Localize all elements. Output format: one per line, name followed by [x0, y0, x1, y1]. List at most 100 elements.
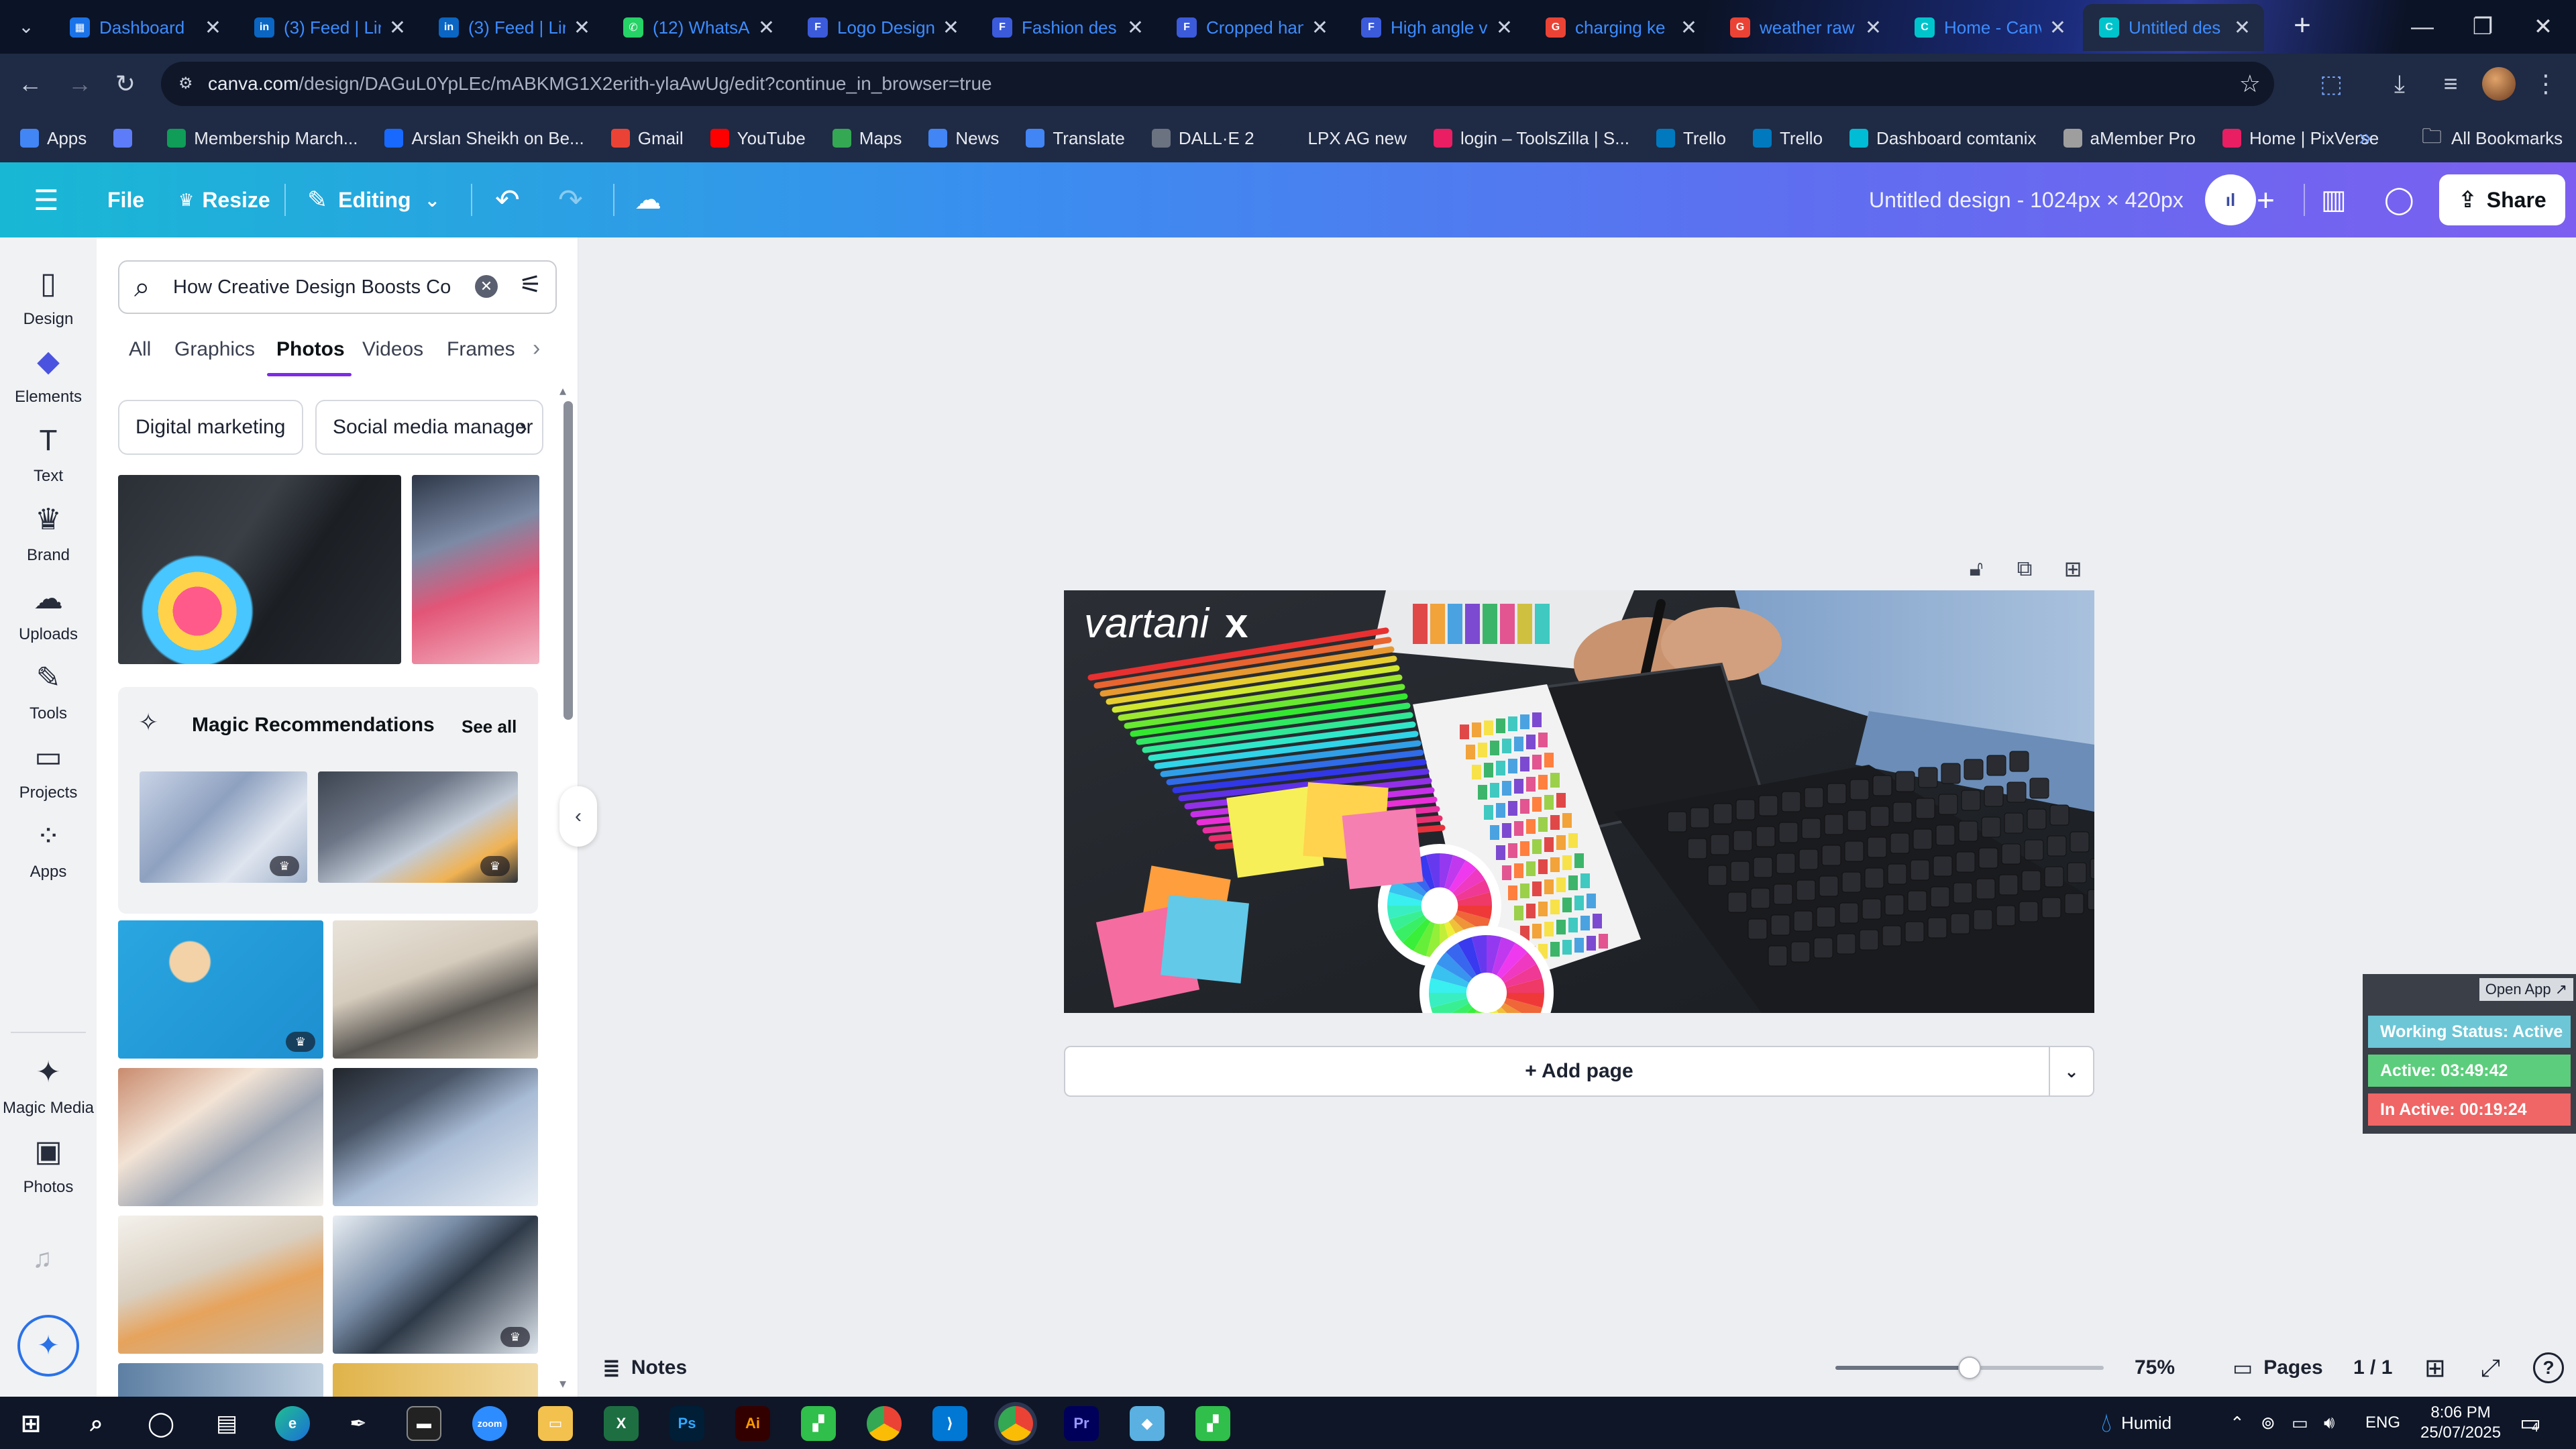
rail-item-elements[interactable]: ◆ Elements — [0, 335, 97, 416]
chip-social-media-manager[interactable]: Social media manager — [315, 400, 543, 455]
forward-icon[interactable]: → — [63, 67, 97, 101]
comment-icon[interactable]: ◯ — [2384, 162, 2414, 237]
task-view-icon[interactable]: ▤ — [209, 1406, 244, 1441]
resize-button[interactable]: ♛ Resize — [178, 162, 270, 237]
browser-tab[interactable]: in (3) Feed | Lin ✕ — [423, 4, 604, 51]
search-icon[interactable]: ⌕ — [79, 1406, 114, 1441]
bookmark-item[interactable]: YouTube — [710, 128, 806, 149]
bookmark-item[interactable]: Trello — [1752, 128, 1823, 149]
browser-tab[interactable]: F Fashion des ✕ — [976, 4, 1157, 51]
close-tab-icon[interactable]: ✕ — [2049, 16, 2066, 40]
bookmark-item[interactable]: News — [928, 128, 999, 149]
lock-icon[interactable]: 🔓︎ — [1962, 554, 1991, 584]
bookmark-item[interactable]: DALL·E 2 — [1151, 128, 1254, 149]
new-tab-button[interactable]: + — [2284, 7, 2321, 44]
more-bookmarks-icon[interactable]: » — [2359, 125, 2371, 151]
bookmark-item[interactable]: Home | PixVerse — [2222, 128, 2379, 149]
browser-menu-icon[interactable]: ⋮ — [2529, 67, 2563, 101]
main-menu-button[interactable]: ☰ — [34, 162, 59, 237]
add-page-dropdown-icon[interactable]: ⌄ — [2049, 1047, 2093, 1095]
filter-tab-graphics[interactable]: Graphics — [174, 338, 255, 361]
bookmark-item[interactable]: login – ToolsZilla | S... — [1433, 128, 1629, 149]
rail-item-photos[interactable]: ▣ Photos — [0, 1126, 97, 1206]
bookmark-star-icon[interactable]: ☆ — [2239, 70, 2261, 98]
zoom-app-icon[interactable]: zoom — [472, 1406, 507, 1441]
photo-result[interactable] — [333, 1068, 538, 1206]
all-bookmarks[interactable]: 🗀 All Bookmarks — [2422, 114, 2563, 162]
photo-result[interactable] — [412, 475, 539, 664]
rail-item-projects[interactable]: ▭ Projects — [0, 731, 97, 812]
bookmark-item[interactable]: LPX AG new — [1281, 128, 1407, 149]
scroll-down-icon[interactable]: ▾ — [559, 1375, 566, 1392]
chips-scroll-right-icon[interactable]: › — [519, 413, 527, 441]
magic-recommendation-photo[interactable]: ♛ — [140, 771, 307, 883]
filter-tab-photos[interactable]: Photos — [276, 338, 345, 361]
browser-tab[interactable]: F Logo Design ✕ — [792, 4, 973, 51]
rail-item-magic-media[interactable]: ✦ Magic Media — [0, 1046, 97, 1127]
blue-app-icon[interactable]: ◆ — [1130, 1406, 1165, 1441]
bookmark-item[interactable]: Dashboard comtanix — [1849, 128, 2037, 149]
chip-digital-marketing[interactable]: Digital marketing — [118, 400, 303, 455]
site-info-icon[interactable]: ⚙ — [178, 74, 199, 94]
vscode-icon[interactable]: ⟩ — [932, 1406, 967, 1441]
browser-tab[interactable]: C Home - Canv ✕ — [1898, 4, 2080, 51]
close-tab-icon[interactable]: ✕ — [1127, 16, 1144, 40]
minimize-icon[interactable]: — — [2392, 0, 2453, 54]
chrome-active-icon[interactable] — [998, 1406, 1033, 1441]
tray-chevron-icon[interactable]: ⌃ — [2230, 1397, 2245, 1449]
duplicate-page-icon[interactable]: ⧉ — [2010, 554, 2039, 584]
canva-ai-button[interactable]: ✦ — [17, 1315, 79, 1377]
weather-widget[interactable]: 💧︎ Humid — [2101, 1397, 2171, 1449]
language-indicator[interactable]: ENG — [2365, 1397, 2400, 1449]
see-all-link[interactable]: See all — [462, 716, 517, 737]
close-tab-icon[interactable]: ✕ — [1311, 16, 1328, 40]
close-tab-icon[interactable]: ✕ — [758, 16, 775, 40]
rail-item-design[interactable]: ▯ Design — [0, 258, 97, 338]
photo-result[interactable] — [118, 1216, 323, 1354]
download-icon[interactable]: ⤓ — [2383, 67, 2416, 101]
insights-icon[interactable]: ▥ — [2321, 162, 2347, 237]
windows-start-icon[interactable]: ⊞ — [13, 1406, 48, 1441]
pen-app-icon[interactable]: ✒ — [341, 1406, 376, 1441]
clock[interactable]: 8:06 PM 25/07/2025 — [2420, 1397, 2501, 1449]
photo-result[interactable] — [333, 1363, 538, 1397]
bookmark-item[interactable]: Maps — [832, 128, 902, 149]
premiere-icon[interactable]: Pr — [1064, 1406, 1099, 1441]
omnibox[interactable]: ⚙ canva.com/design/DAGuL0YpLEc/mABKMG1X2… — [161, 62, 2274, 106]
scroll-up-icon[interactable]: ▴ — [559, 382, 566, 399]
undo-button[interactable]: ↶ — [495, 162, 520, 237]
pages-button[interactable]: ▭ Pages — [2233, 1339, 2323, 1397]
cortana-icon[interactable]: ◯ — [144, 1406, 178, 1441]
design-title[interactable]: Untitled design - 1024px × 420px — [1869, 162, 2184, 237]
filter-icon[interactable]: ⚟ — [519, 270, 542, 300]
add-page-icon[interactable]: ⊞ — [2058, 554, 2088, 584]
photo-result[interactable]: ♛ — [333, 1216, 538, 1354]
close-tab-icon[interactable]: ✕ — [2234, 16, 2251, 40]
file-explorer-icon[interactable]: ▭ — [538, 1406, 573, 1441]
editing-mode-dropdown[interactable]: ✎ Editing ⌄ — [307, 162, 440, 237]
filter-tab-frames[interactable]: Frames — [447, 338, 515, 361]
close-tab-icon[interactable]: ✕ — [389, 16, 406, 40]
illustrator-icon[interactable]: Ai — [735, 1406, 770, 1441]
zoom-level[interactable]: 75% — [2135, 1339, 2175, 1397]
tray-app-icon[interactable]: ⊚ — [2261, 1397, 2275, 1449]
redo-button[interactable]: ↷ — [558, 162, 583, 237]
notification-center-icon[interactable]: ▭ 4 — [2520, 1397, 2541, 1449]
file-menu-button[interactable]: File — [107, 162, 144, 237]
bookmark-item[interactable]: Trello — [1656, 128, 1726, 149]
network-icon[interactable]: ▭ — [2292, 1397, 2308, 1449]
browser-tab[interactable]: Gweather raw ✕ — [1714, 4, 1895, 51]
bookmark-item[interactable]: aMember Pro — [2063, 128, 2196, 149]
close-tab-icon[interactable]: ✕ — [943, 16, 959, 40]
back-icon[interactable]: ← — [13, 67, 47, 101]
grid-view-icon[interactable]: ⊞ — [2424, 1339, 2446, 1397]
bookmark-item[interactable]: Gmail — [610, 128, 684, 149]
edge-icon[interactable]: e — [275, 1406, 310, 1441]
team-avatar[interactable]: ıl — [2205, 174, 2256, 225]
clear-search-icon[interactable]: ✕ — [475, 275, 498, 298]
artboard[interactable]: vartani x — [1064, 590, 2094, 1013]
add-collaborator-button[interactable]: + — [2257, 162, 2275, 237]
browser-tab[interactable]: F Cropped han ✕ — [1161, 4, 1342, 51]
filter-tab-videos[interactable]: Videos — [362, 338, 423, 361]
rail-item-apps[interactable]: ⁘ Apps — [0, 810, 97, 891]
